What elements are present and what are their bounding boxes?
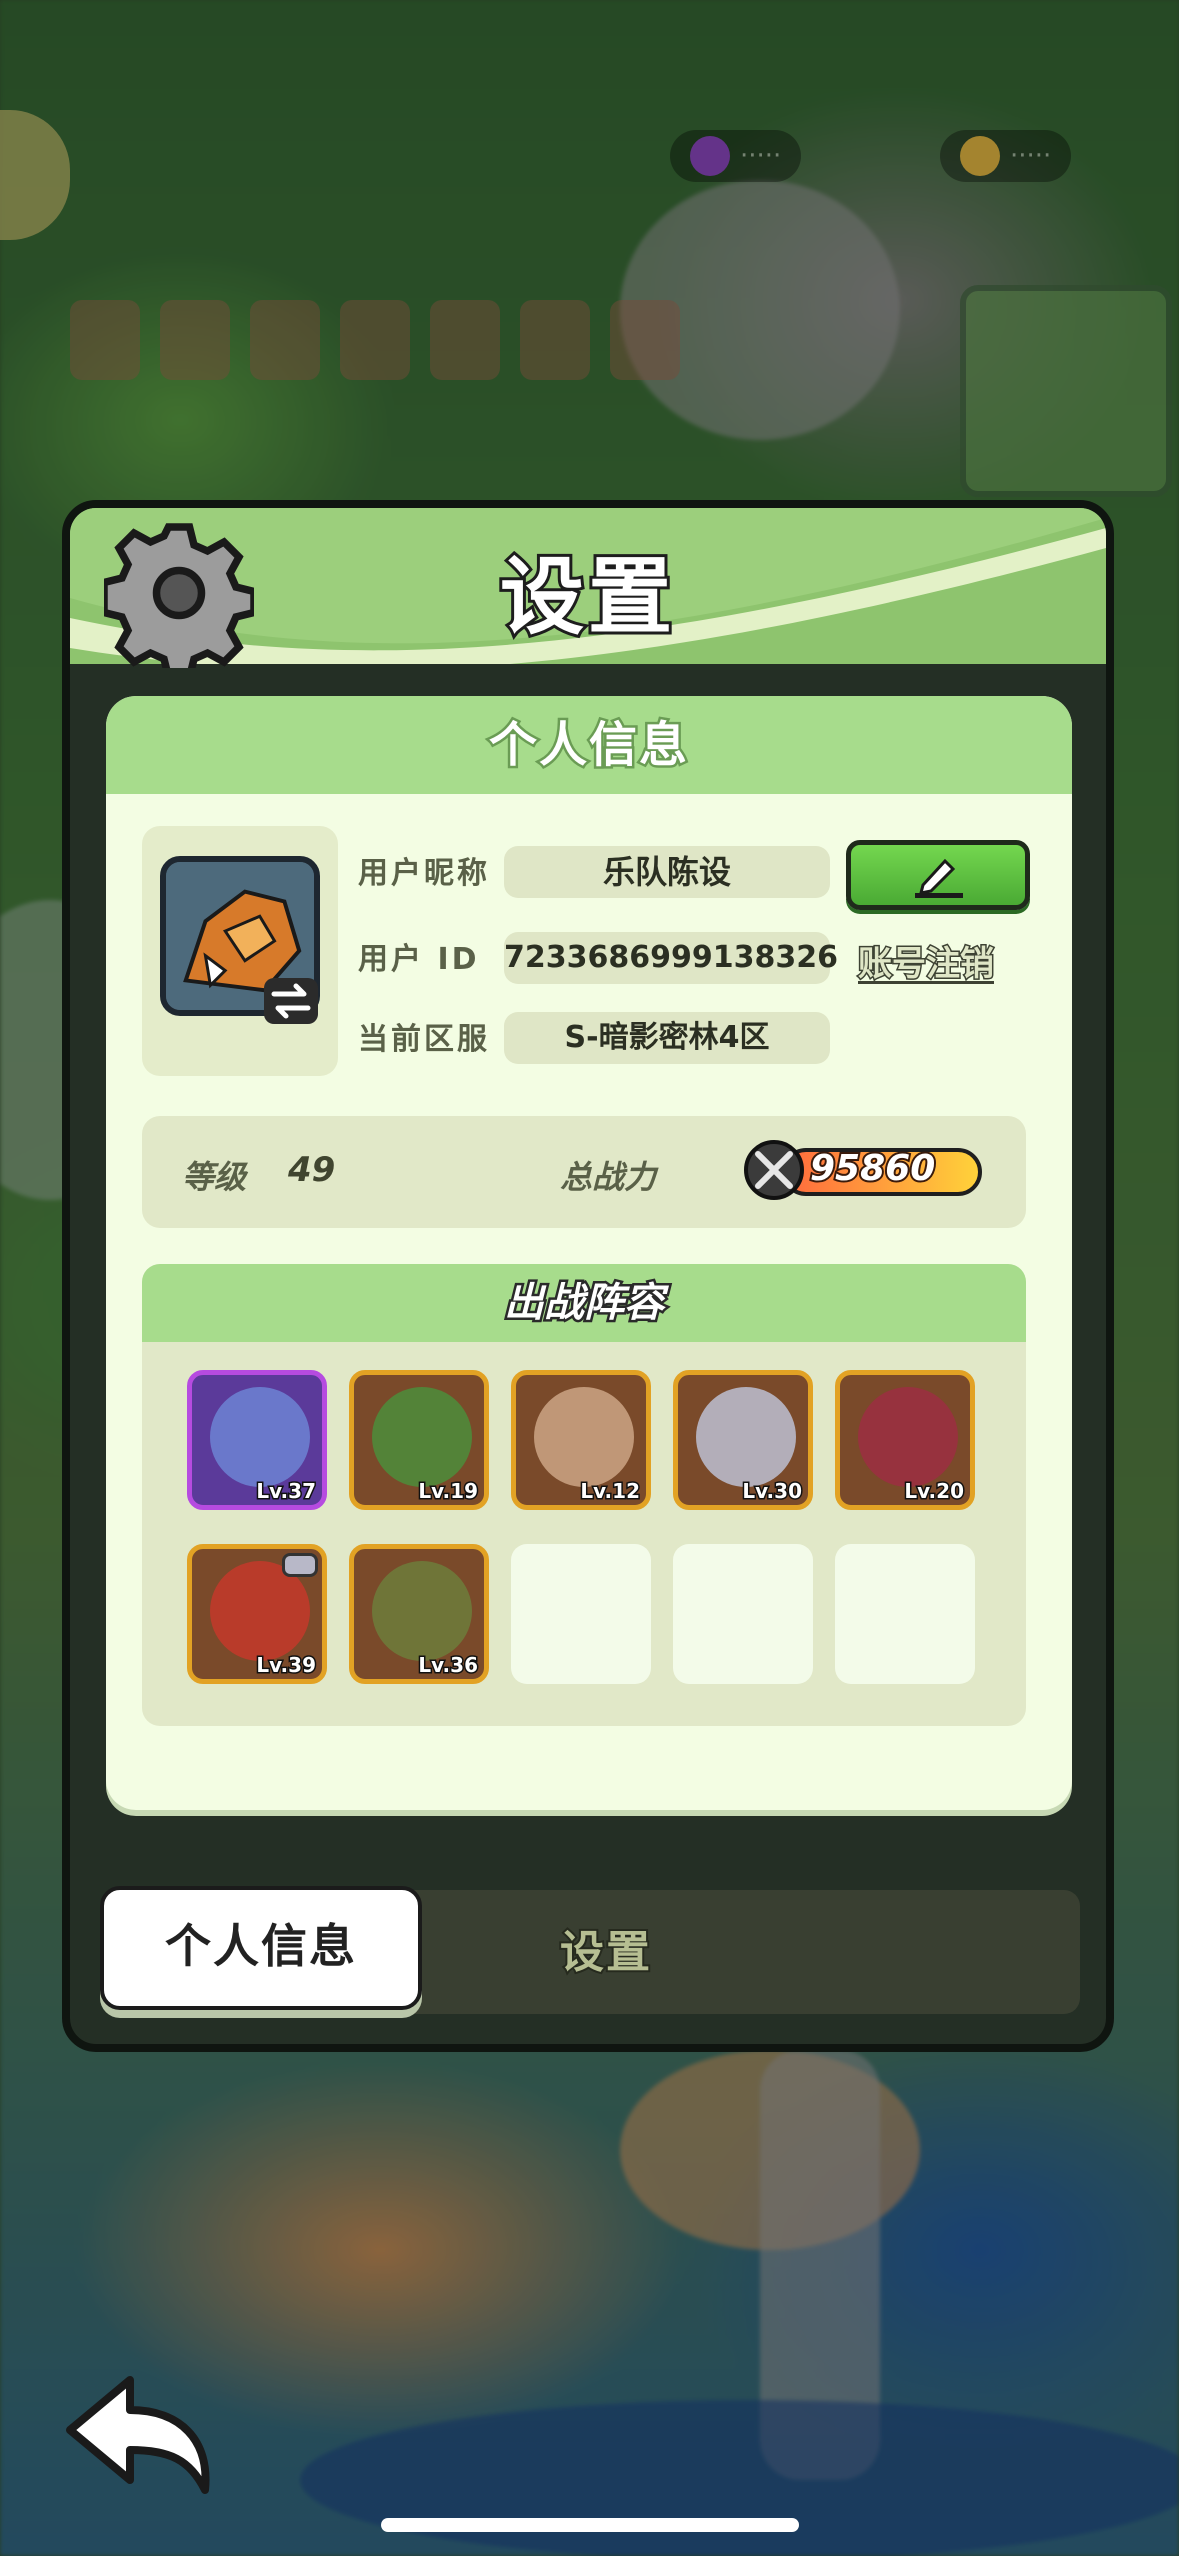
hero-level-label: Lv.19 xyxy=(417,1478,480,1505)
empty-hero-slot[interactable] xyxy=(511,1544,651,1684)
gear-icon xyxy=(104,523,254,668)
nickname-label: 用户昵称 xyxy=(358,856,490,891)
level-value: 49 xyxy=(288,1150,336,1190)
lineup-title: 出战阵容 xyxy=(142,1264,1026,1342)
tab-settings[interactable]: 设置 xyxy=(500,1916,960,1988)
battle-lineup: 出战阵容 Lv.37 Lv.19 Lv.12 Lv.30 Lv.20 Lv.39 Lv.36 xyxy=(142,1264,1026,1726)
hero-slot[interactable]: Lv.39 xyxy=(187,1544,327,1684)
hero-slot[interactable]: Lv.36 xyxy=(349,1544,489,1684)
power-badge: 95860 xyxy=(742,1140,992,1202)
user-id-label: 用户 ID xyxy=(358,942,480,977)
account-deletion-link[interactable]: 账号注销 xyxy=(857,936,996,986)
profile-card: 个人信息 用户昵称 乐队陈设 用户 ID 7233686999138326 账号… xyxy=(106,696,1072,1810)
tab-profile[interactable]: 个人信息 xyxy=(100,1886,422,2010)
hero-level-label: Lv.30 xyxy=(741,1478,804,1505)
hero-slot[interactable]: Lv.30 xyxy=(673,1370,813,1510)
home-indicator xyxy=(381,2518,799,2532)
hero-portrait xyxy=(372,1387,472,1487)
user-id-value: 7233686999138326 xyxy=(504,932,838,984)
hero-portrait xyxy=(372,1561,472,1661)
bottom-tab-bar: 个人信息 设置 xyxy=(100,1886,1080,2014)
hero-level-label: Lv.37 xyxy=(255,1478,318,1505)
stats-row: 等级 49 总战力 95860 xyxy=(142,1116,1026,1228)
nickname-value: 乐队陈设 xyxy=(504,846,830,898)
hero-slot[interactable]: Lv.12 xyxy=(511,1370,651,1510)
empty-hero-slot[interactable] xyxy=(673,1544,813,1684)
hero-portrait xyxy=(696,1387,796,1487)
hero-portrait xyxy=(534,1387,634,1487)
hero-level-label: Lv.20 xyxy=(903,1478,966,1505)
back-arrow-icon[interactable] xyxy=(60,2370,220,2500)
hero-level-label: Lv.39 xyxy=(255,1652,318,1679)
hero-level-label: Lv.36 xyxy=(417,1652,480,1679)
server-value: S-暗影密林4区 xyxy=(504,1012,830,1064)
power-value: 95860 xyxy=(808,1146,937,1191)
hero-slot[interactable]: Lv.19 xyxy=(349,1370,489,1510)
swap-arrows-icon[interactable] xyxy=(262,976,320,1026)
hero-portrait xyxy=(210,1387,310,1487)
hero-portrait xyxy=(858,1387,958,1487)
profile-section-title: 个人信息 xyxy=(106,696,1072,794)
avatar-container xyxy=(142,826,338,1076)
server-label: 当前区服 xyxy=(358,1022,490,1057)
hero-slot[interactable]: Lv.37 xyxy=(187,1370,327,1510)
crossed-swords-icon xyxy=(744,1140,804,1200)
pencil-icon xyxy=(915,858,963,898)
level-label: 等级 xyxy=(182,1158,247,1196)
dumbbell-icon xyxy=(282,1553,318,1577)
hero-slot[interactable]: Lv.20 xyxy=(835,1370,975,1510)
hero-level-label: Lv.12 xyxy=(579,1478,642,1505)
power-label: 总战力 xyxy=(560,1158,657,1196)
empty-hero-slot[interactable] xyxy=(835,1544,975,1684)
edit-nickname-button[interactable] xyxy=(846,840,1030,910)
